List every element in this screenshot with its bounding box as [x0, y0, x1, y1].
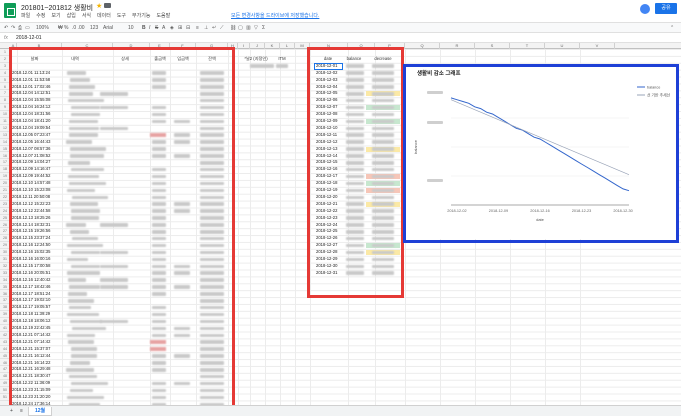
redo-icon[interactable]: ↷ — [11, 25, 15, 31]
menu-item[interactable]: 서식 — [82, 12, 91, 19]
text-rotate-icon[interactable]: ⟋ — [220, 25, 224, 31]
fill-color-icon[interactable]: ◈ — [170, 25, 174, 31]
text-wrap-icon[interactable]: ↵ — [212, 25, 216, 31]
save-status-link[interactable]: 모든 변경사항을 드라이브에 저장했습니다. — [231, 12, 319, 19]
align-left-icon[interactable]: ≡ — [196, 25, 199, 31]
font-size-select[interactable]: 10 — [128, 25, 134, 31]
table-header[interactable]: *날2 (지정인) — [240, 56, 272, 63]
menu-item[interactable]: 도구 — [117, 12, 126, 19]
comment-icon[interactable]: ▢ — [238, 25, 243, 31]
vertical-align-icon[interactable]: ⊥ — [204, 25, 208, 31]
chart-icon[interactable]: ▥ — [246, 25, 251, 31]
highlight-date-table — [307, 47, 404, 298]
formula-input[interactable]: 2018-12-01 — [16, 35, 42, 41]
more-formats-button[interactable]: 123 — [90, 25, 98, 31]
percent-format-button[interactable]: % — [64, 25, 68, 31]
filter-icon[interactable]: ▽ — [254, 25, 258, 31]
tab-december[interactable]: 12월 — [28, 407, 53, 416]
grid-column-line — [295, 49, 296, 405]
spreadsheet-app: 201801~201812 생활비 ★ 파일 수정 보기 삽입 서식 데이터 도구 부가기능 도… — [0, 0, 681, 416]
title-bar: 201801~201812 생활비 ★ 파일 수정 보기 삽입 서식 데이터 도구 부가기능 도… — [0, 0, 681, 22]
share-button[interactable]: 공유 — [655, 3, 677, 14]
sheet-tabs: + ≡ 12월 — [0, 405, 681, 416]
currency-format-button[interactable]: ₩ — [58, 25, 63, 31]
zoom-select[interactable]: 100% — [36, 25, 49, 31]
toolbar: ↶ ↷ ⎙ ▭ 100% ₩ % .0 .00 123 Arial 10 B I… — [0, 22, 681, 33]
menu-item[interactable]: 파일 — [21, 12, 30, 19]
highlight-left-table — [9, 47, 235, 405]
merge-cells-icon[interactable]: ⊟ — [186, 25, 190, 31]
italic-icon[interactable]: I — [149, 25, 150, 31]
bold-icon[interactable]: B — [142, 25, 146, 31]
font-select[interactable]: Arial — [103, 25, 113, 31]
folder-icon[interactable] — [104, 3, 111, 8]
sheets-logo-icon[interactable] — [4, 3, 16, 18]
menu-item[interactable]: 보기 — [51, 12, 60, 19]
print-icon[interactable]: ⎙ — [18, 25, 22, 31]
text-color-icon[interactable]: A — [162, 25, 165, 31]
strikethrough-icon[interactable]: S — [155, 25, 158, 31]
grid-column-line — [265, 49, 266, 405]
menu-item[interactable]: 데이터 — [97, 12, 111, 19]
decimal-format-button[interactable]: .0 .00 — [72, 25, 85, 31]
redacted-cell — [250, 64, 274, 68]
sheet-grid[interactable]: ABCDEFGHIJKLMNOPQRSTUV 1 2 3 4 5 6 7 8 9 10 11 12 13… — [0, 43, 681, 405]
fx-label: fx — [4, 35, 8, 41]
link-icon[interactable]: ⛓ — [230, 25, 236, 31]
menu-item[interactable]: 부가기능 — [132, 12, 150, 19]
borders-icon[interactable]: ⊞ — [178, 25, 182, 31]
functions-icon[interactable]: Σ — [262, 25, 265, 31]
grid-column-line — [280, 49, 281, 405]
paint-format-icon[interactable]: ▭ — [25, 25, 30, 31]
redacted-cell — [276, 64, 288, 68]
star-icon[interactable]: ★ — [96, 2, 102, 10]
menu-item[interactable]: 삽입 — [67, 12, 76, 19]
grid-column-line — [238, 49, 239, 405]
grid-column-line — [250, 49, 251, 405]
menu-item[interactable]: 수정 — [36, 12, 45, 19]
collapse-menu-icon[interactable]: ⌃ — [670, 25, 674, 31]
table-header[interactable]: ITM — [272, 56, 292, 63]
account-icon[interactable] — [640, 4, 650, 14]
all-sheets-button[interactable]: ≡ — [14, 407, 29, 416]
highlight-chart — [403, 64, 679, 243]
menu-item[interactable]: 도움말 — [156, 12, 170, 19]
menu-bar: 파일 수정 보기 삽입 서식 데이터 도구 부가기능 도움말 — [21, 12, 170, 19]
undo-icon[interactable]: ↶ — [4, 25, 8, 31]
formula-bar: fx 2018-12-01 — [0, 33, 681, 43]
